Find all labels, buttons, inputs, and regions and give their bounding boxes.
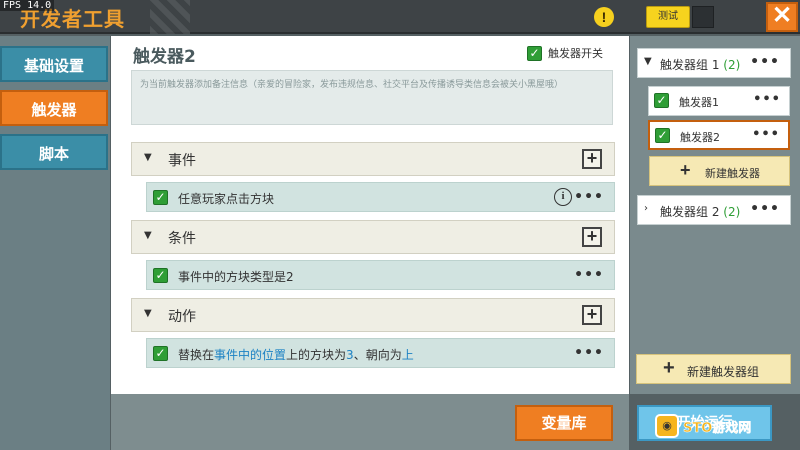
more-icon[interactable]: ••• [574,345,604,361]
section-label: 事件 [168,153,196,169]
plus-icon: + [663,357,675,379]
description-placeholder: 为当前触发器添加备注信息（亲爱的冒险家，发布违规信息、社交平台及传播诱导类信息会… [140,80,564,90]
event-row[interactable]: ✓ 任意玩家点击方块 i ••• [146,182,615,212]
trigger-label: 触发器2 [680,131,720,144]
gamepad-icon: ◉ [655,414,679,438]
add-condition-button[interactable]: + [582,227,602,247]
test-button[interactable]: 测试 [646,6,690,28]
sidebar-item-triggers[interactable]: 触发器 [0,90,108,126]
new-trigger-button[interactable]: + 新建触发器 [649,156,790,186]
action-row[interactable]: ✓ 替换在事件中的位置上的方块为3、朝向为上 ••• [146,338,615,368]
group-label: 触发器组 2 (2) [660,205,741,219]
event-text: 任意玩家点击方块 [178,192,275,206]
action-param-facing[interactable]: 上 [402,348,414,362]
test-toggle[interactable] [692,6,714,28]
trigger-label: 触发器1 [679,96,719,109]
check-icon[interactable]: ✓ [527,45,542,61]
trigger-item-1[interactable]: ✓ 触发器1 ••• [648,86,790,116]
new-trigger-group-button[interactable]: + 新建触发器组 [636,354,791,384]
plus-icon: + [680,160,691,180]
trigger-group-1[interactable]: ▼ 触发器组 1 (2) ••• [637,48,791,78]
caret-down-icon: ▼ [144,230,152,241]
add-action-button[interactable]: + [582,305,602,325]
top-bar: 开发者工具 ! 测试 ✕ [0,0,800,34]
action-param-position[interactable]: 事件中的位置 [214,348,286,362]
section-label: 动作 [168,309,196,325]
new-group-label: 新建触发器组 [687,365,760,379]
sidebar-item-scripts[interactable]: 脚本 [0,134,108,170]
trigger-title: 触发器2 [133,47,196,67]
variable-library-button[interactable]: 变量库 [515,405,613,441]
watermark: ◉ STO游戏网 [655,408,793,444]
info-icon[interactable]: i [554,188,572,206]
condition-text: 事件中的方块类型是2 [178,270,294,284]
more-icon[interactable]: ••• [753,92,781,107]
check-icon[interactable]: ✓ [654,93,669,108]
trigger-switch-label: 触发器开关 [548,47,603,60]
action-text-part: 、朝向为 [353,348,402,362]
sidebar-item-basic-settings[interactable]: 基础设置 [0,46,108,82]
action-text-part: 上的方块为 [286,348,347,362]
more-icon[interactable]: ••• [574,267,604,283]
check-icon[interactable]: ✓ [153,346,168,361]
section-actions[interactable]: ▼ 动作 + [131,298,615,332]
section-conditions[interactable]: ▼ 条件 + [131,220,615,254]
decorative-stripes [150,0,190,34]
more-icon[interactable]: ••• [574,189,604,205]
add-event-button[interactable]: + [582,149,602,169]
caret-down-icon: ▼ [644,56,652,67]
left-sidebar: 基础设置 触发器 脚本 [0,36,110,450]
fps-counter: FPS 14.0 [0,0,55,11]
close-button[interactable]: ✕ [766,2,798,32]
check-icon[interactable]: ✓ [153,190,168,205]
action-text-part: 替换在 [178,348,215,362]
caret-down-icon: ▼ [144,308,152,319]
more-icon[interactable]: ••• [750,201,780,217]
caret-right-icon: › [644,203,648,214]
section-label: 条件 [168,231,196,247]
watermark-text: STO游戏网 [683,420,752,436]
check-icon[interactable]: ✓ [153,268,168,283]
trigger-item-2[interactable]: ✓ 触发器2 ••• [648,120,790,150]
warning-icon[interactable]: ! [594,7,614,27]
trigger-switch[interactable]: ✓ 触发器开关 [527,45,603,61]
caret-down-icon: ▼ [144,152,152,163]
check-icon[interactable]: ✓ [655,128,670,143]
trigger-group-2[interactable]: › 触发器组 2 (2) ••• [637,195,791,225]
new-trigger-label: 新建触发器 [705,167,760,180]
section-events[interactable]: ▼ 事件 + [131,142,615,176]
action-param-block[interactable]: 3 [346,348,354,362]
more-icon[interactable]: ••• [750,54,780,70]
condition-row[interactable]: ✓ 事件中的方块类型是2 ••• [146,260,615,290]
group-label: 触发器组 1 (2) [660,58,741,72]
more-icon[interactable]: ••• [752,127,780,142]
description-input[interactable]: 为当前触发器添加备注信息（亲爱的冒险家，发布违规信息、社交平台及传播诱导类信息会… [131,70,613,125]
trigger-editor-panel: 触发器2 ✓ 触发器开关 为当前触发器添加备注信息（亲爱的冒险家，发布违规信息、… [111,36,629,394]
action-text: 替换在事件中的位置上的方块为3、朝向为上 [178,346,414,363]
